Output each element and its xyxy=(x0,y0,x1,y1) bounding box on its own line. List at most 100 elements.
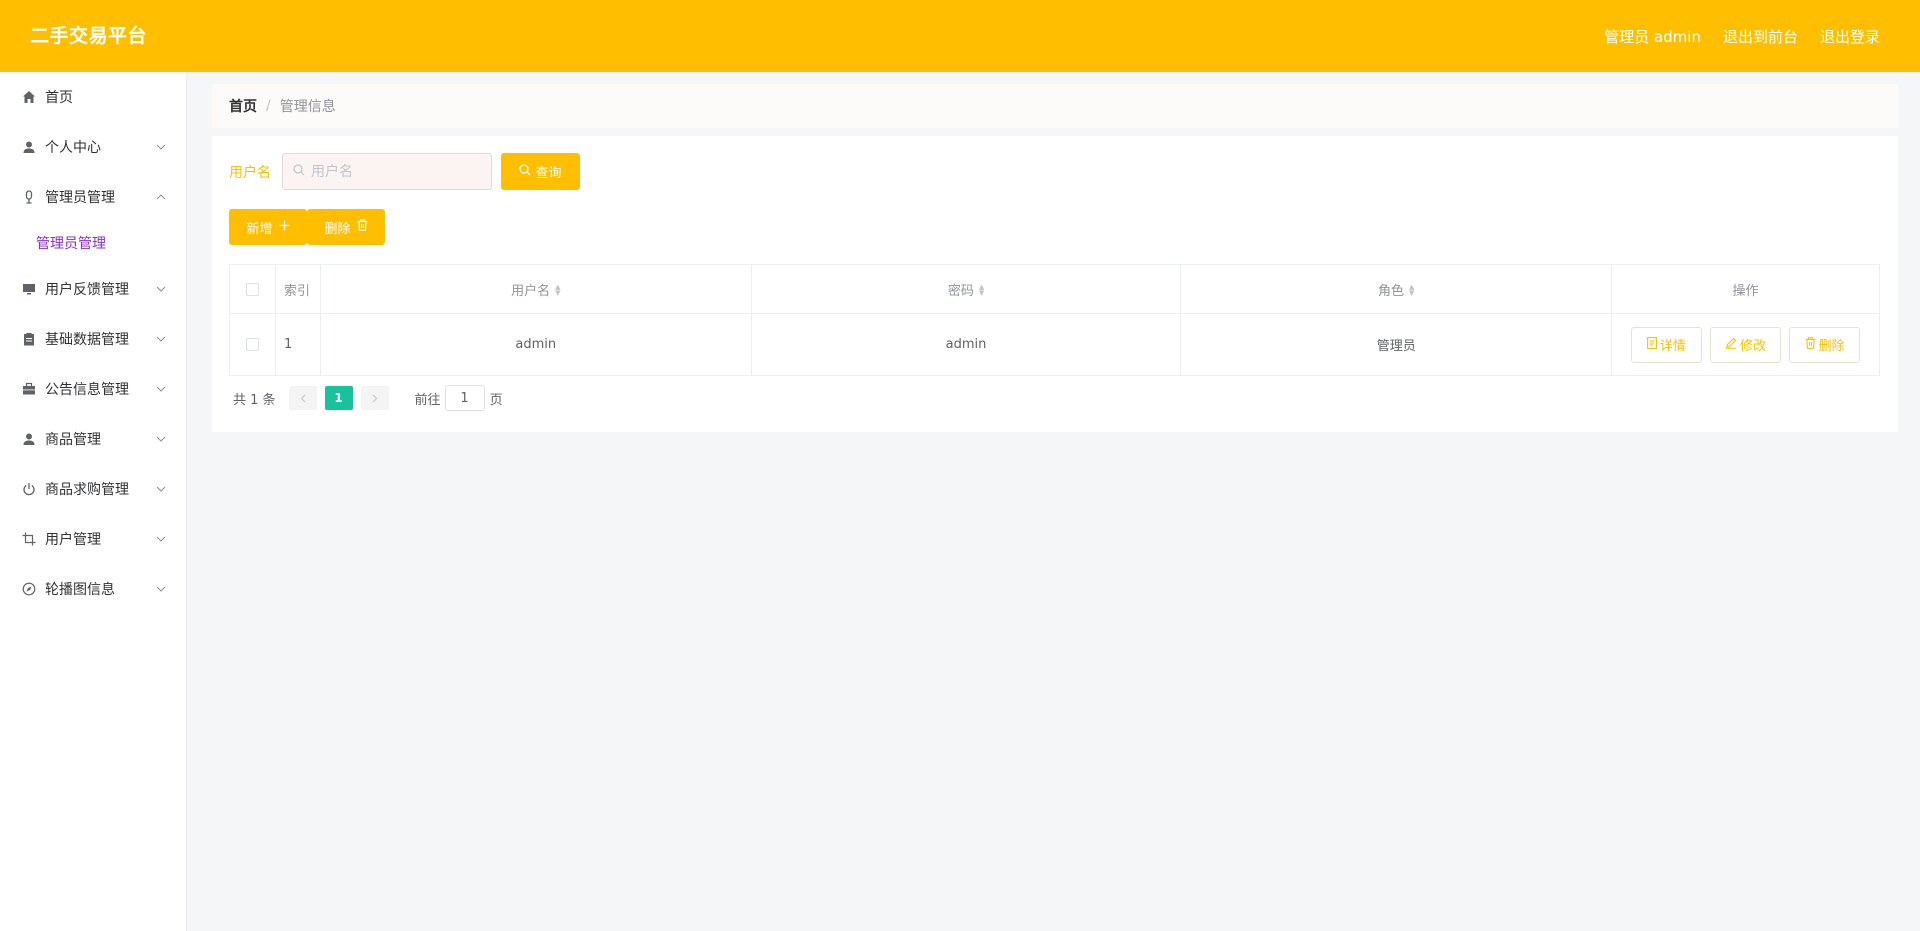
detail-button-label: 详情 xyxy=(1659,339,1686,354)
page-number-current[interactable]: 1 xyxy=(324,386,353,410)
plus-icon xyxy=(279,220,290,235)
chevron-down-icon xyxy=(156,364,166,414)
goto-suffix: 页 xyxy=(489,392,503,408)
row-delete-button-label: 删除 xyxy=(1818,339,1845,354)
sidebar-item-label: 用户反馈管理 xyxy=(45,282,129,298)
crop-icon xyxy=(22,532,36,546)
cell-username: admin xyxy=(319,313,752,376)
column-header-label: 用户名 xyxy=(511,283,551,299)
sidebar-item-label: 商品管理 xyxy=(45,432,101,448)
power-icon xyxy=(22,482,36,496)
search-icon xyxy=(519,163,531,180)
column-header-username[interactable]: 用户名 ▲ ▼ xyxy=(319,264,752,314)
sort-icon[interactable]: ▲ ▼ xyxy=(1409,284,1414,297)
chevron-down-icon xyxy=(156,464,166,514)
top-bar: 二手交易平台 管理员 admin 退出到前台 退出登录 xyxy=(0,0,1920,72)
column-header-label: 索引 xyxy=(283,283,310,299)
search-form: 用户名 查询 xyxy=(229,153,580,190)
chevron-down-icon xyxy=(156,314,166,364)
trash-icon xyxy=(357,219,368,235)
delete-button-label: 删除 xyxy=(324,221,351,237)
search-input[interactable] xyxy=(311,163,481,180)
search-icon xyxy=(293,163,305,180)
row-select-cell xyxy=(229,313,276,376)
column-header-password[interactable]: 密码 ▲ ▼ xyxy=(750,264,1182,314)
sidebar-item-admin-management[interactable]: 管理员管理 xyxy=(0,172,186,222)
sort-icon[interactable]: ▲ ▼ xyxy=(979,284,984,297)
briefcase-icon xyxy=(22,382,36,396)
cell-password: admin xyxy=(750,313,1182,376)
sidebar: 首页 个人中心 管理员管理 管理员管理 用户反馈管理 基础数据管理 公告信息管理… xyxy=(0,72,187,931)
column-header-operation: 操作 xyxy=(1611,264,1880,314)
submenu-item-admin-management[interactable]: 管理员管理 xyxy=(0,222,186,264)
trash-icon xyxy=(1805,336,1816,353)
sidebar-item-label: 管理员管理 xyxy=(45,190,115,206)
edit-button[interactable]: 修改 xyxy=(1710,326,1782,363)
logout-link[interactable]: 退出登录 xyxy=(1820,26,1880,47)
column-header-label: 密码 xyxy=(947,283,974,299)
sidebar-item-user-management[interactable]: 用户管理 xyxy=(0,514,186,564)
cell-index: 1 xyxy=(274,313,321,376)
add-button[interactable]: 新增 xyxy=(229,209,307,245)
app-title: 二手交易平台 xyxy=(30,25,148,47)
sidebar-item-basic-data-management[interactable]: 基础数据管理 xyxy=(0,314,186,364)
row-checkbox[interactable] xyxy=(245,338,259,351)
row-delete-button[interactable]: 删除 xyxy=(1789,326,1861,363)
sidebar-item-feedback-management[interactable]: 用户反馈管理 xyxy=(0,264,186,314)
search-field[interactable] xyxy=(282,153,492,190)
user-icon xyxy=(22,432,36,446)
sidebar-item-goods-management[interactable]: 商品管理 xyxy=(0,414,186,464)
column-header-label: 角色 xyxy=(1378,283,1405,299)
breadcrumb-home[interactable]: 首页 xyxy=(229,96,257,116)
table-row: 1 admin admin 管理员 详情 修改 删除 xyxy=(229,313,1880,376)
select-all-cell xyxy=(229,264,276,314)
chevron-down-icon xyxy=(156,122,166,172)
select-all-checkbox[interactable] xyxy=(245,282,259,296)
breadcrumb-current: 管理信息 xyxy=(279,99,336,115)
data-table: 索引 用户名 ▲ ▼ 密码 ▲ ▼ 角色 ▲ ▼ 操作 1 admin admi… xyxy=(229,264,1880,376)
pagination: 共 1 条 1 前往 页 xyxy=(233,385,503,411)
sidebar-item-home[interactable]: 首页 xyxy=(0,72,186,122)
delete-button[interactable]: 删除 xyxy=(307,209,385,245)
microphone-icon xyxy=(22,190,36,204)
compass-icon xyxy=(22,582,36,596)
sidebar-item-label: 个人中心 xyxy=(45,140,101,156)
document-icon xyxy=(1646,336,1657,353)
column-header-label: 操作 xyxy=(1732,283,1759,299)
breadcrumb: 首页 / 管理信息 xyxy=(212,84,1898,128)
add-button-label: 新增 xyxy=(246,221,273,237)
back-to-front-link[interactable]: 退出到前台 xyxy=(1723,26,1798,47)
sidebar-item-label: 商品求购管理 xyxy=(45,482,129,498)
search-label: 用户名 xyxy=(229,164,271,181)
goto-prefix: 前往 xyxy=(414,392,441,408)
sidebar-item-label: 轮播图信息 xyxy=(45,582,115,598)
action-buttons: 新增 删除 xyxy=(229,209,385,245)
sidebar-item-carousel-info[interactable]: 轮播图信息 xyxy=(0,564,186,614)
sort-icon[interactable]: ▲ ▼ xyxy=(555,284,560,297)
monitor-icon xyxy=(22,282,36,296)
next-page-button[interactable] xyxy=(360,386,389,410)
chevron-right-icon xyxy=(372,394,377,402)
column-header-role[interactable]: 角色 ▲ ▼ xyxy=(1180,264,1613,314)
sidebar-item-personal-center[interactable]: 个人中心 xyxy=(0,122,186,172)
cell-operations: 详情 修改 删除 xyxy=(1611,313,1880,376)
sidebar-item-label: 首页 xyxy=(45,90,73,106)
chevron-up-icon xyxy=(156,172,166,222)
chevron-down-icon xyxy=(156,564,166,614)
cell-role: 管理员 xyxy=(1180,313,1613,376)
sidebar-item-label: 基础数据管理 xyxy=(45,332,129,348)
column-header-index: 索引 xyxy=(274,264,321,314)
chevron-down-icon xyxy=(156,514,166,564)
sidebar-item-label: 用户管理 xyxy=(45,532,101,548)
query-button[interactable]: 查询 xyxy=(501,153,580,190)
sidebar-item-goods-purchase-management[interactable]: 商品求购管理 xyxy=(0,464,186,514)
edit-icon xyxy=(1725,337,1737,353)
content-panel: 用户名 查询 新增 删除 xyxy=(212,136,1898,432)
sidebar-item-announcement-management[interactable]: 公告信息管理 xyxy=(0,364,186,414)
prev-page-button[interactable] xyxy=(288,386,317,410)
header-actions: 管理员 admin 退出到前台 退出登录 xyxy=(1604,0,1880,72)
table-header-row: 索引 用户名 ▲ ▼ 密码 ▲ ▼ 角色 ▲ ▼ 操作 xyxy=(229,264,1880,314)
detail-button[interactable]: 详情 xyxy=(1630,326,1702,363)
goto-page-input[interactable] xyxy=(444,385,485,411)
user-icon xyxy=(22,140,36,154)
